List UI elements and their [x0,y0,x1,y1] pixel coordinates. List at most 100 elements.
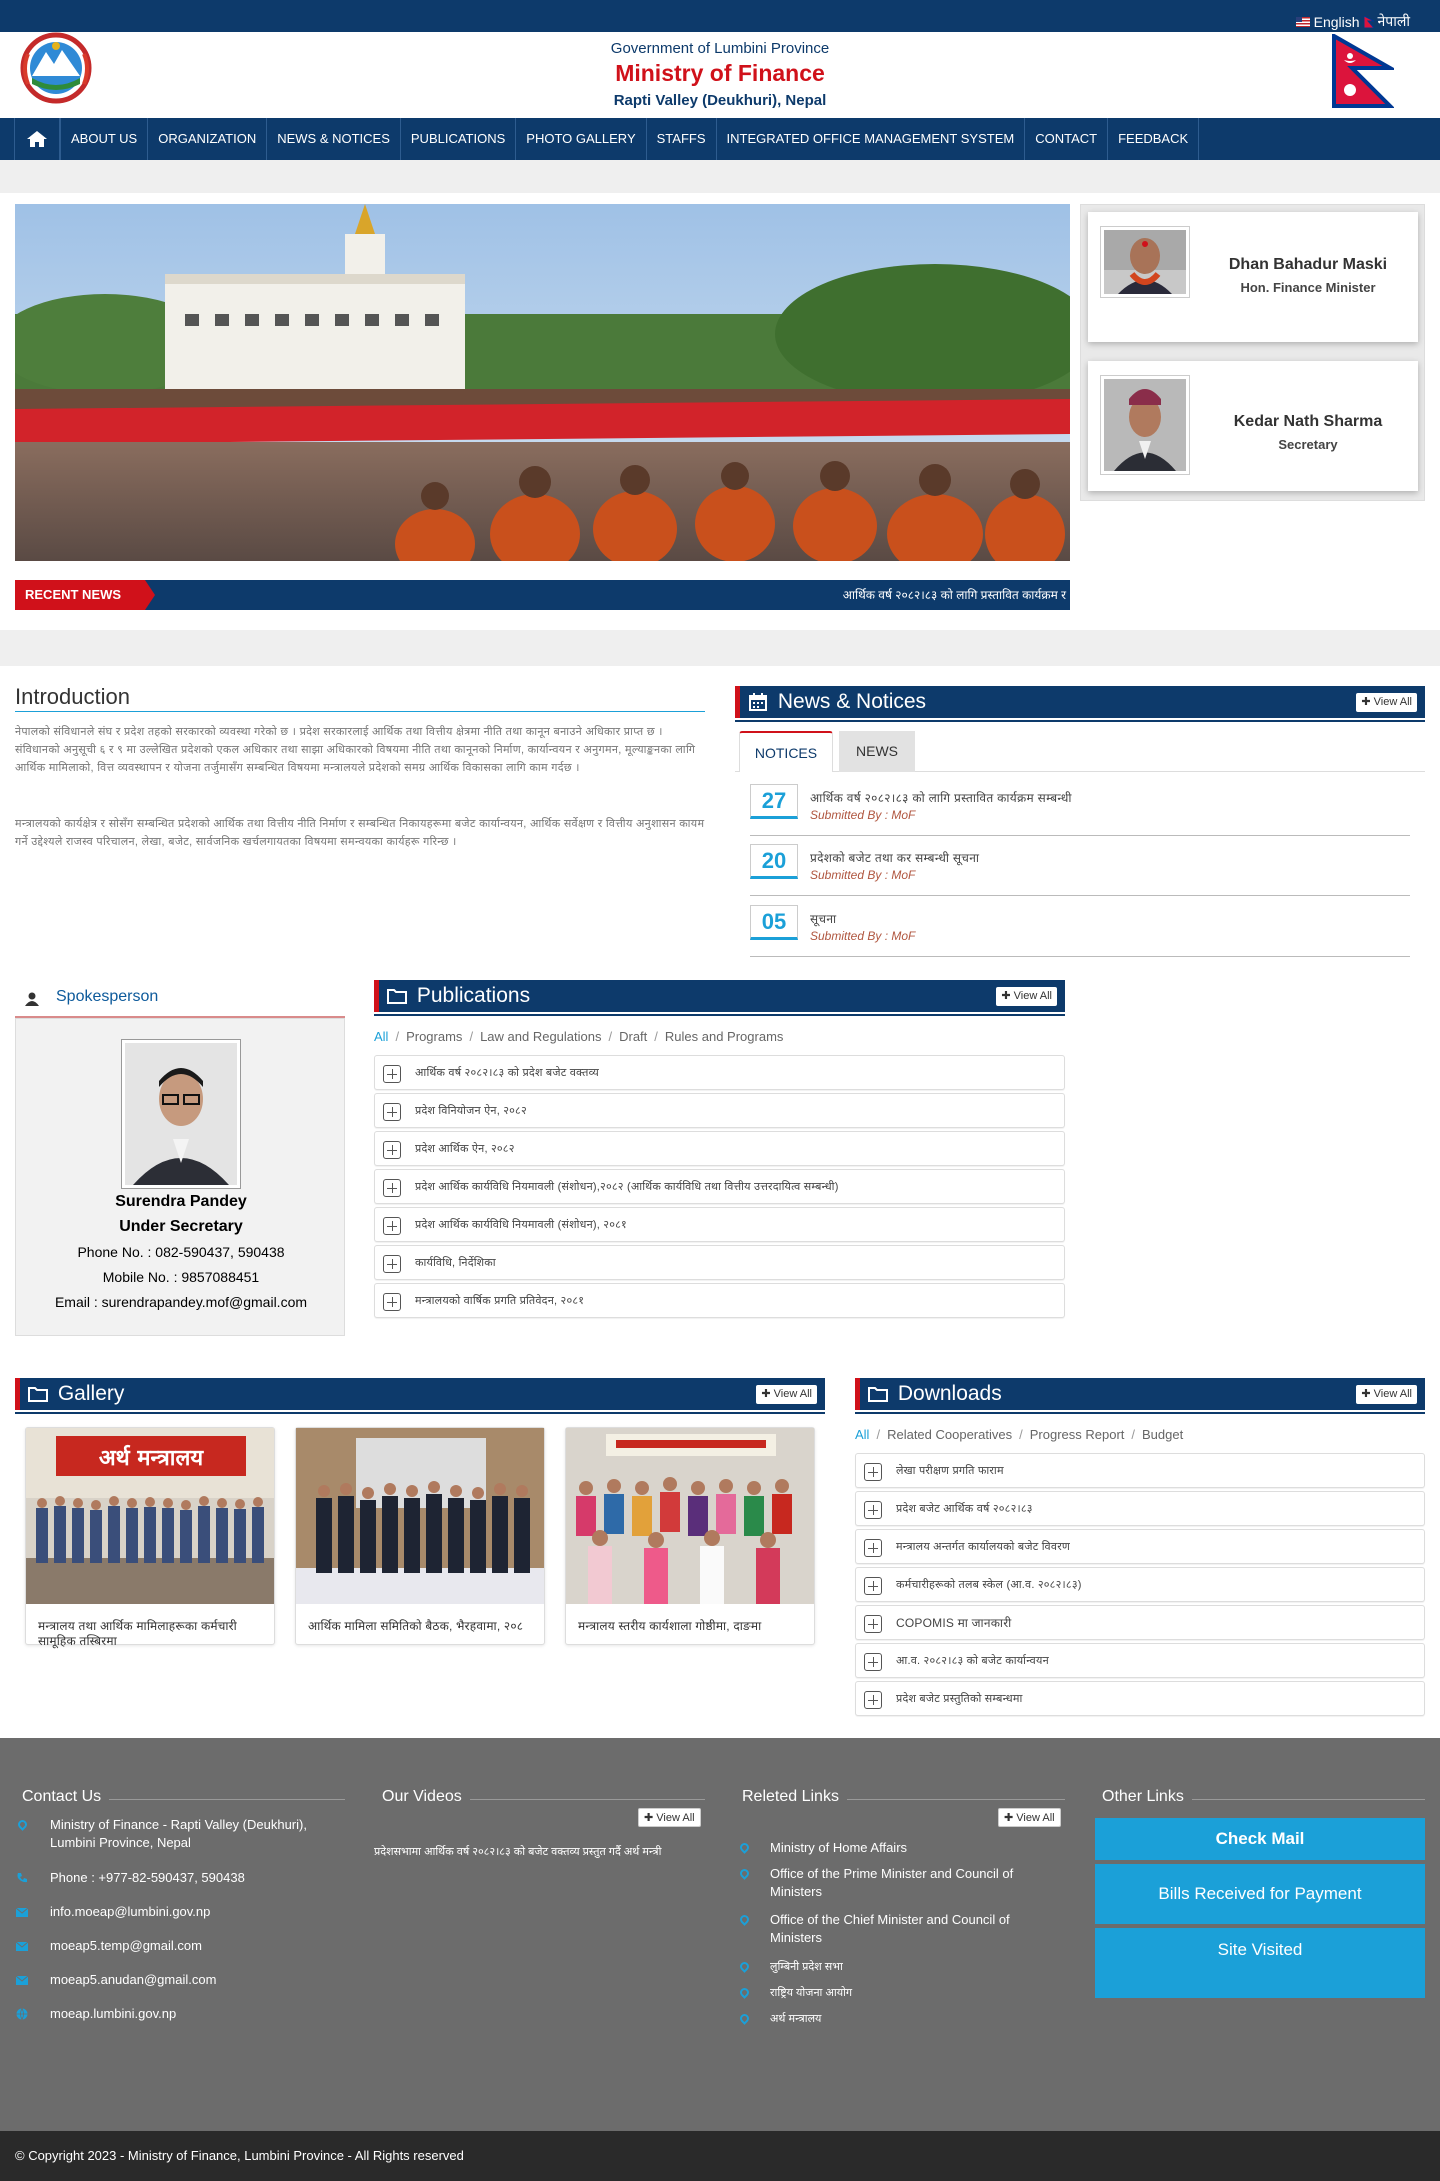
news-view-all-button[interactable]: ✚ View All [1356,693,1417,712]
footer-link-provincial-assembly[interactable]: लुम्बिनी प्रदेश सभा [770,1958,1060,1976]
expand-plus-icon[interactable] [864,1691,882,1709]
expand-plus-icon[interactable] [383,1179,401,1197]
nav-about-us[interactable]: ABOUT US [60,118,149,160]
map-marker-icon [738,2012,751,2025]
footer-phone: Phone : +977-82-590437, 590438 [50,1870,245,1885]
download-item[interactable]: प्रदेश बजेट प्रस्तुतिको सम्बन्धमा [855,1681,1425,1716]
gallery-photo[interactable] [566,1428,814,1604]
dl-filter-cooperatives[interactable]: Related Cooperatives [887,1427,1012,1442]
notice-title[interactable]: प्रदेशको बजेट तथा कर सम्बन्धी सूचना [810,849,979,866]
expand-plus-icon[interactable] [864,1653,882,1671]
footer-email-temp[interactable]: moeap5.temp@gmail.com [50,1937,202,1955]
footer-link-finance[interactable]: अर्थ मन्त्रालय [770,2010,1060,2028]
gallery-card[interactable]: अर्थ मन्त्रालय मन्त्रालय तथा आर्थिक मामि… [25,1427,275,1648]
site-header: Government of Lumbini Province Ministry … [0,32,1440,118]
links-view-all-button[interactable]: ✚ View All [998,1808,1061,1827]
footer-email-info[interactable]: info.moeap@lumbini.gov.np [50,1903,210,1921]
dl-filter-budget[interactable]: Budget [1142,1427,1183,1442]
site-visited-button[interactable]: Site Visited [1095,1928,1425,1998]
dl-filter-all[interactable]: All [855,1427,869,1442]
expand-plus-icon[interactable] [383,1065,401,1083]
expand-plus-icon[interactable] [383,1103,401,1121]
notice-item[interactable]: 05 सूचना Submitted By : MoF [750,897,1410,957]
spacer-band [0,630,1440,666]
gallery-card[interactable]: आर्थिक मामिला समितिको बैठक, भैरहवामा, २०… [295,1427,545,1645]
pub-filter-law[interactable]: Law and Regulations [480,1029,601,1044]
gallery-photo[interactable]: अर्थ मन्त्रालय [26,1428,274,1604]
nav-feedback[interactable]: FEEDBACK [1108,118,1200,160]
folder-icon [868,1387,888,1403]
downloads-view-all-button[interactable]: ✚ View All [1356,1385,1417,1404]
bills-received-button[interactable]: Bills Received for Payment [1095,1864,1425,1924]
ticker-news-link[interactable]: आर्थिक वर्ष २०८२।८३ को लागि प्रस्तावित क… [843,580,1066,610]
download-item[interactable]: COPOMIS मा जानकारी [855,1605,1425,1640]
tab-news[interactable]: NEWS [839,731,915,772]
nav-publications[interactable]: PUBLICATIONS [401,118,517,160]
spokesperson-header: Spokesperson [15,980,345,1018]
gallery-card[interactable]: मन्त्रालय स्तरीय कार्यशाला गोष्ठीमा, दाङ… [565,1427,815,1645]
footer-link-planning[interactable]: राष्ट्रिय योजना आयोग [770,1984,1060,2002]
download-item[interactable]: प्रदेश बजेट आर्थिक वर्ष २०८२।८३ [855,1491,1425,1526]
footer-link-pm-office[interactable]: Office of the Prime Minister and Council… [770,1865,1060,1901]
publication-item[interactable]: प्रदेश विनियोजन ऐन, २०८२ [374,1093,1065,1128]
expand-plus-icon[interactable] [383,1255,401,1273]
spokesperson-card: Surendra Pandey Under Secretary Phone No… [15,1018,345,1336]
download-item[interactable]: कर्मचारीहरूको तलब स्केल (आ.व. २०८२।८३) [855,1567,1425,1602]
publication-item[interactable]: मन्त्रालयको वार्षिक प्रगति प्रतिवेदन, २०… [374,1283,1065,1318]
ministry-title: Ministry of Finance [615,60,825,86]
publications-view-all-button[interactable]: ✚ View All [996,987,1057,1006]
download-item[interactable]: लेखा परीक्षण प्रगति फाराम [855,1453,1425,1488]
check-mail-button[interactable]: Check Mail [1095,1818,1425,1860]
nav-home[interactable] [14,118,60,160]
nav-photo-gallery[interactable]: PHOTO GALLERY [516,118,647,160]
lang-english-link[interactable]: English [1314,14,1360,30]
nav-news-notices[interactable]: NEWS & NOTICES [267,118,401,160]
expand-plus-icon[interactable] [864,1615,882,1633]
nav-integrated-office[interactable]: INTEGRATED OFFICE MANAGEMENT SYSTEM [717,118,1026,160]
expand-plus-icon[interactable] [383,1141,401,1159]
videos-view-all-button[interactable]: ✚ View All [638,1808,701,1827]
nepal-flag-icon[interactable] [1363,15,1374,28]
notice-title[interactable]: सूचना [810,910,836,927]
pub-filter-programs[interactable]: Programs [406,1029,462,1044]
notice-title[interactable]: आर्थिक वर्ष २०८२।८३ को लागि प्रस्तावित क… [810,789,1072,806]
expand-plus-icon[interactable] [864,1501,882,1519]
dl-filter-progress[interactable]: Progress Report [1030,1427,1125,1442]
publication-item[interactable]: प्रदेश आर्थिक कार्यविधि नियमावली (संशोधन… [374,1207,1065,1242]
nav-organization[interactable]: ORGANIZATION [148,118,268,160]
gallery-photo[interactable] [296,1428,544,1604]
download-item[interactable]: मन्त्रालय अन्तर्गत कार्यालयको बजेट विवरण [855,1529,1425,1564]
footer-link-home-affairs[interactable]: Ministry of Home Affairs [770,1839,1060,1857]
pub-filter-rules[interactable]: Rules and Programs [665,1029,784,1044]
footer-video-link[interactable]: प्रदेशसभामा आर्थिक वर्ष २०८२।८३ को बजेट … [374,1843,704,1861]
footer-email-anudan[interactable]: moeap5.anudan@gmail.com [50,1971,216,1989]
notice-item[interactable]: 27 आर्थिक वर्ष २०८२।८३ को लागि प्रस्तावि… [750,776,1410,836]
expand-plus-icon[interactable] [383,1293,401,1311]
gallery-view-all-button[interactable]: ✚ View All [756,1385,817,1404]
expand-plus-icon[interactable] [864,1577,882,1595]
us-flag-icon[interactable] [1295,16,1310,27]
notice-item[interactable]: 20 प्रदेशको बजेट तथा कर सम्बन्धी सूचना S… [750,836,1410,896]
download-item[interactable]: आ.व. २०८२।८३ को बजेट कार्यान्वयन [855,1643,1425,1678]
pub-filter-all[interactable]: All [374,1029,388,1044]
pub-filter-draft[interactable]: Draft [619,1029,647,1044]
nav-contact[interactable]: CONTACT [1025,118,1109,160]
publication-item[interactable]: कार्यविधि, निर्देशिका [374,1245,1065,1280]
footer-videos-heading: Our Videos [382,1788,470,1806]
minister-name: Dhan Bahadur Maski [1228,256,1388,273]
publication-item[interactable]: प्रदेश आर्थिक ऐन, २०८२ [374,1131,1065,1166]
expand-plus-icon[interactable] [864,1539,882,1557]
expand-plus-icon[interactable] [383,1217,401,1235]
expand-plus-icon[interactable] [864,1463,882,1481]
lang-nepali-link[interactable]: नेपाली [1378,12,1410,31]
tab-notices[interactable]: NOTICES [739,731,833,772]
spokesperson-email[interactable]: Email : surendrapandey.mof@gmail.com [16,1294,346,1310]
gallery-banner-text: अर्थ मन्त्रालय [99,1444,205,1471]
footer-website[interactable]: moeap.lumbini.gov.np [50,2005,176,2023]
footer-link-cm-office[interactable]: Office of the Chief Minister and Council… [770,1911,1060,1947]
nav-staffs[interactable]: STAFFS [647,118,717,160]
publication-item[interactable]: आर्थिक वर्ष २०८२।८३ को प्रदेश बजेट वक्तव… [374,1055,1065,1090]
publication-item[interactable]: प्रदेश आर्थिक कार्यविधि नियमावली (संशोधन… [374,1169,1065,1204]
hero-slideshow[interactable] [15,204,1070,561]
spokesperson-title: Spokesperson [56,988,159,1005]
